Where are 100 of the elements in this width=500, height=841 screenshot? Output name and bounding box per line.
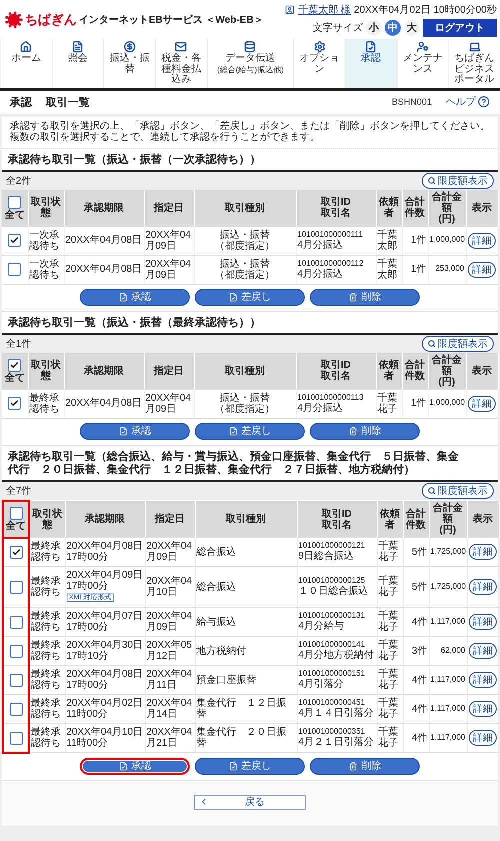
deadline-cell: 20XX年04月02日 11時00分: [65, 694, 145, 724]
column-header: 依頼者: [376, 352, 402, 390]
nav-tab[interactable]: 照会: [52, 39, 104, 88]
trash-icon: [348, 762, 358, 771]
checkbox[interactable]: [10, 507, 22, 520]
amount-cell: 253,000: [428, 255, 466, 284]
status-cell: 最終承認待ち: [29, 608, 65, 637]
status-cell: 最終承認待ち: [29, 694, 65, 724]
checkbox[interactable]: [8, 358, 22, 372]
type-cell: 振込・振替 （都度指定）: [194, 255, 296, 284]
action-button[interactable]: 承認: [80, 758, 190, 775]
column-header: 承認期限: [64, 190, 144, 227]
column-header: 表示: [467, 501, 499, 538]
login-datetime: 20XX年04月02日 10時00分00秒: [354, 4, 497, 17]
detail-button[interactable]: 詳細: [469, 579, 497, 596]
column-header: 取引状態: [28, 352, 64, 390]
action-button[interactable]: 差戻し: [195, 758, 305, 775]
type-cell: 預金口座振替: [195, 666, 297, 695]
type-cell: 給与振込: [195, 608, 297, 637]
checkbox[interactable]: [10, 546, 22, 560]
nav-tab[interactable]: メンテナンス: [396, 39, 448, 88]
logout-button[interactable]: ログアウト: [423, 19, 497, 37]
amount-cell: 1,000,000: [428, 226, 466, 256]
checkbox[interactable]: [10, 616, 22, 629]
requester-cell: 千葉花子: [377, 538, 403, 567]
action-button[interactable]: 削除: [310, 422, 420, 440]
limit-display-button[interactable]: 限度額表示: [422, 483, 494, 500]
detail-button[interactable]: 詳細: [469, 614, 497, 630]
back-button[interactable]: 戻る: [194, 794, 306, 810]
action-button[interactable]: 削除: [310, 288, 420, 306]
checkbox[interactable]: [10, 580, 22, 594]
file-check-icon: [228, 762, 238, 771]
detail-button[interactable]: 詳細: [468, 262, 496, 278]
column-header: 指定日: [144, 352, 194, 390]
action-button[interactable]: 差戻し: [195, 288, 305, 306]
column-header: 承認期限: [65, 501, 145, 538]
action-button[interactable]: 差戻し: [195, 422, 305, 440]
detail-button[interactable]: 詳細: [469, 730, 497, 746]
column-header: 合計件数: [402, 190, 428, 227]
trash-icon: [348, 426, 358, 436]
deadline-cell: 20XX年04月08日: [64, 390, 144, 418]
column-header: 取引種別: [194, 352, 296, 390]
help-link[interactable]: ヘルプ: [446, 95, 490, 109]
type-cell: 総合振込: [195, 566, 297, 608]
type-cell: 総合振込: [195, 538, 297, 567]
detail-button[interactable]: 詳細: [469, 701, 497, 718]
deadline-cell: 20XX年04月08日: [64, 255, 144, 284]
column-header: 指定日: [145, 501, 195, 538]
user-link[interactable]: 千葉太郎 様: [298, 3, 352, 17]
check-icon: [10, 399, 20, 408]
checkbox[interactable]: [10, 674, 22, 687]
font-size-button[interactable]: 小: [366, 20, 382, 36]
column-header: 取引状態: [28, 190, 64, 227]
column-header: 取引種別: [195, 501, 297, 538]
nav-tab[interactable]: 承認: [344, 39, 397, 88]
coin-icon: [124, 41, 136, 53]
deadline-cell: 20XX年04月30日 17時10分: [65, 636, 145, 666]
detail-button[interactable]: 詳細: [469, 643, 497, 660]
file-check-icon: [118, 426, 128, 436]
action-button[interactable]: 承認: [80, 288, 190, 306]
transaction-cell: 101001000000111 4月分振込: [296, 226, 376, 256]
deadline-cell: 20XX年04月08日 17時00分: [65, 666, 145, 695]
page-title: 取引一覧: [46, 96, 90, 110]
checkbox[interactable]: [8, 196, 22, 209]
column-header: 表示: [466, 190, 498, 227]
date-cell: 20XX年04月14日: [145, 694, 195, 724]
check-icon: [12, 548, 20, 558]
database-icon: [244, 41, 256, 53]
transaction-cell: 101001000000151 4月引落分: [297, 666, 377, 695]
action-button[interactable]: 削除: [310, 758, 420, 775]
detail-button[interactable]: 詳細: [469, 672, 497, 688]
status-cell: 一次承認待ち: [28, 226, 64, 256]
detail-button[interactable]: 詳細: [469, 544, 497, 560]
amount-cell: 1,000,000: [428, 390, 466, 418]
font-size-button[interactable]: 大: [404, 20, 420, 36]
transaction-cell: 101001000000113 4月分振込: [296, 390, 376, 418]
limit-display-button[interactable]: 限度額表示: [422, 172, 494, 189]
requester-cell: 千葉太郎: [376, 255, 402, 284]
checkbox[interactable]: [10, 732, 22, 744]
detail-button[interactable]: 詳細: [468, 396, 496, 412]
help-icon: [478, 96, 490, 108]
limit-display-button[interactable]: 限度額表示: [422, 336, 494, 352]
transaction-cell: 101001000000125 １０日総合振込: [297, 566, 377, 608]
checkbox[interactable]: [8, 263, 22, 276]
column-header: 合計金額 (円): [428, 190, 466, 227]
instruction-text: 承認する取引を選択の上、「承認」ボタン、「差戻し」ボタン、または「削除」ボタンを押してください。複数の取引を選択することで、連続して承認を行うことができます。: [2, 116, 498, 148]
check-icon: [10, 360, 20, 370]
action-button[interactable]: 承認: [80, 422, 190, 440]
envelope-icon: [175, 41, 188, 53]
detail-button[interactable]: 詳細: [468, 232, 496, 249]
column-header: 取引状態: [29, 501, 65, 538]
checkbox[interactable]: [10, 702, 22, 716]
status-cell: 最終承認待ち: [29, 666, 65, 695]
checkbox[interactable]: [8, 234, 22, 248]
font-size-button[interactable]: 中: [385, 20, 401, 36]
date-cell: 20XX年04月09日: [144, 390, 194, 418]
checkbox[interactable]: [10, 644, 22, 658]
requester-cell: 千葉花子: [377, 566, 403, 608]
checkbox[interactable]: [8, 397, 22, 410]
count-cell: 1件: [402, 226, 428, 256]
